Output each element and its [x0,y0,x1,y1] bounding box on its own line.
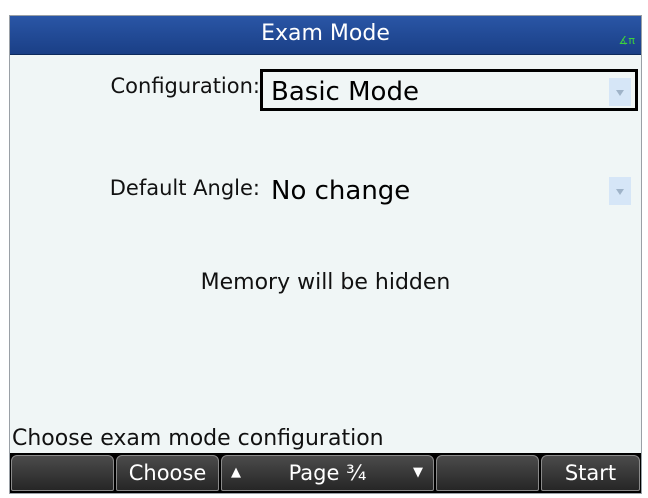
memory-info-text: Memory will be hidden [200,270,451,295]
choose-button[interactable]: Choose [116,455,219,491]
configuration-dropdown[interactable]: Basic Mode [260,69,638,111]
softkey-1[interactable] [11,455,114,491]
page-down-icon: ▼ [413,465,423,480]
chevron-down-icon[interactable] [609,177,631,205]
angle-mode-indicator-icon: ∡π [618,34,635,47]
choose-button-label: Choose [128,461,207,485]
page-button[interactable]: ▲ Page ³⁄₄ ▼ [221,455,434,491]
default-angle-label: Default Angle: [109,176,260,200]
help-text: Choose exam mode configuration [12,426,384,451]
start-button-label: Start [564,461,617,485]
page-up-icon: ▲ [231,465,241,480]
configuration-value: Basic Mode [271,77,419,107]
default-angle-value: No change [271,176,411,206]
start-button[interactable]: Start [541,455,640,491]
title-bar: Exam Mode ∡π [10,16,641,55]
calculator-screen: Exam Mode ∡π Configuration: Basic Mode D… [9,15,642,494]
soft-menu-bar: Choose ▲ Page ³⁄₄ ▼ Start [10,453,641,493]
configuration-label: Configuration: [110,74,261,98]
softkey-4[interactable] [436,455,539,491]
page-indicator: Page ³⁄₄ [288,461,367,485]
default-angle-dropdown[interactable]: No change [260,168,638,210]
chevron-down-icon[interactable] [609,78,631,106]
page-title: Exam Mode [261,21,390,46]
